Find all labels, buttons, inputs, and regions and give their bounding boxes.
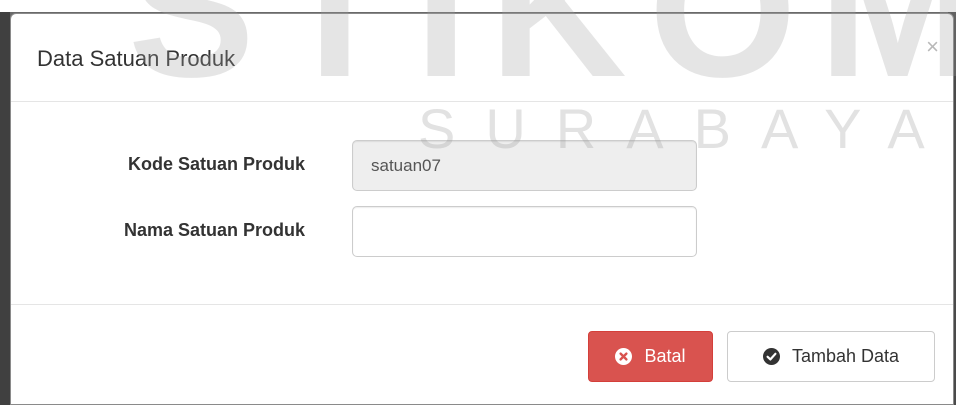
- modal-title: Data Satuan Produk: [37, 46, 236, 71]
- nama-satuan-input[interactable]: [352, 206, 697, 257]
- modal-footer: Batal Tambah Data: [11, 305, 953, 404]
- times-circle-icon: [615, 348, 633, 365]
- screen: Data Satuan Produk × Kode Satuan Produk …: [0, 0, 956, 405]
- page-backdrop-top: [0, 0, 956, 12]
- check-circle-icon: [762, 348, 780, 365]
- tambah-data-label: Tambah Data: [791, 346, 900, 366]
- data-satuan-produk-modal: Data Satuan Produk × Kode Satuan Produk …: [10, 13, 954, 405]
- batal-button[interactable]: Batal: [588, 331, 713, 382]
- kode-satuan-label: Kode Satuan Produk: [127, 154, 305, 174]
- nama-satuan-row: Nama Satuan Produk: [11, 206, 953, 258]
- nama-satuan-label: Nama Satuan Produk: [123, 220, 305, 240]
- kode-satuan-input[interactable]: [352, 140, 697, 191]
- close-icon[interactable]: ×: [926, 36, 939, 58]
- modal-body: Kode Satuan Produk Nama Satuan Produk: [11, 102, 953, 305]
- page-backdrop-left: [0, 12, 10, 405]
- kode-satuan-row: Kode Satuan Produk: [11, 140, 953, 192]
- modal-header: Data Satuan Produk ×: [11, 14, 953, 102]
- batal-label: Batal: [644, 346, 686, 366]
- tambah-data-button[interactable]: Tambah Data: [727, 331, 935, 382]
